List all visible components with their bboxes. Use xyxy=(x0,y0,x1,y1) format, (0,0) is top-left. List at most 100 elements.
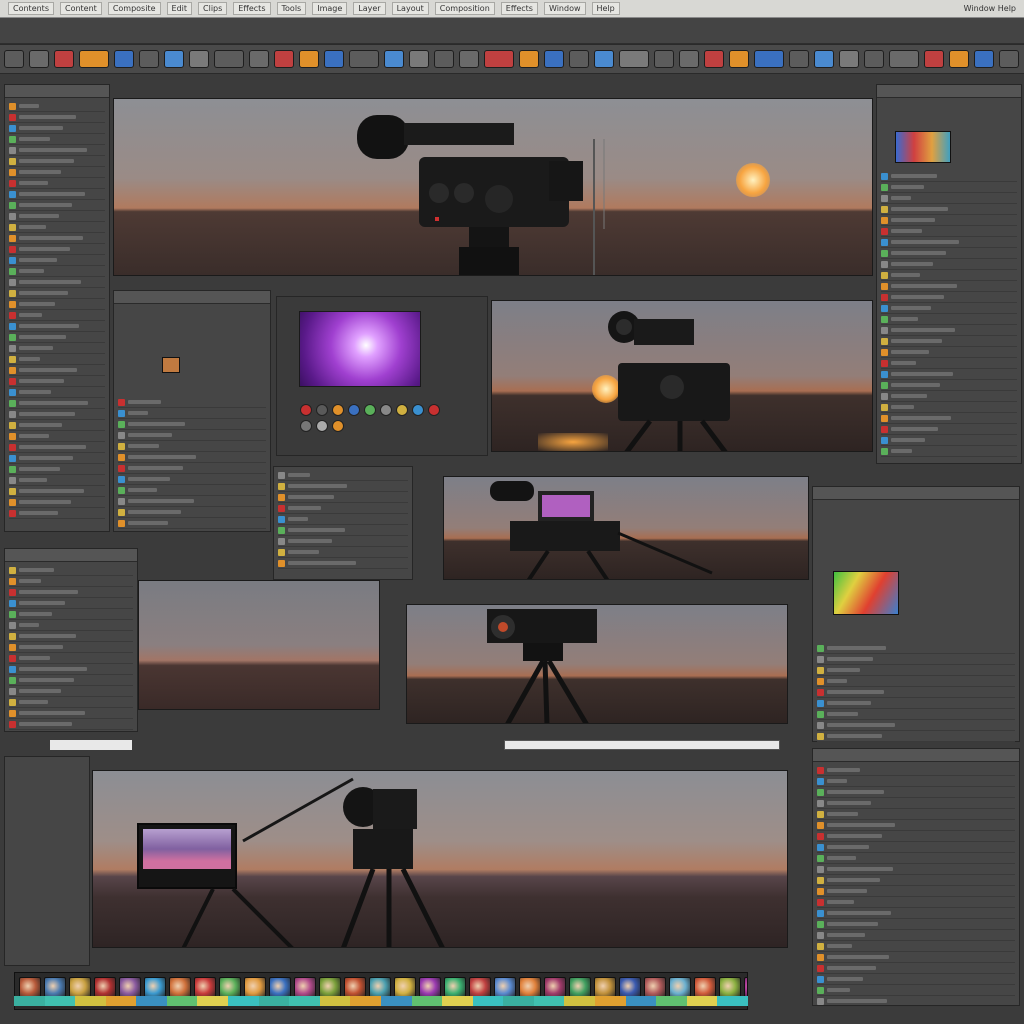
timeline-segment[interactable] xyxy=(258,996,290,1006)
panel-row[interactable] xyxy=(118,474,266,485)
menu-item[interactable]: Effects xyxy=(500,2,538,15)
final-output-viewer[interactable] xyxy=(92,770,788,948)
panel-row[interactable] xyxy=(817,996,1015,1007)
transport-button[interactable] xyxy=(316,420,328,432)
timeline-segment[interactable] xyxy=(503,996,534,1006)
toolbar-button[interactable] xyxy=(409,50,429,68)
panel-row[interactable] xyxy=(9,631,133,642)
panel-row[interactable] xyxy=(881,424,1017,435)
panel-row[interactable] xyxy=(278,558,408,569)
panel-row[interactable] xyxy=(9,598,133,609)
toolbar-button[interactable] xyxy=(79,50,109,68)
toolbar-button[interactable] xyxy=(54,50,74,68)
timeline-segment[interactable] xyxy=(411,996,443,1006)
panel-row[interactable] xyxy=(9,587,133,598)
toolbar-button[interactable] xyxy=(164,50,184,68)
panel-row[interactable] xyxy=(881,446,1017,457)
toolbar-button[interactable] xyxy=(459,50,479,68)
panel-row[interactable] xyxy=(278,547,408,558)
transport-button[interactable] xyxy=(348,404,360,416)
panel-row[interactable] xyxy=(881,171,1017,182)
menu-item[interactable]: Effects xyxy=(233,2,271,15)
panel-row[interactable] xyxy=(817,974,1015,985)
source-preview[interactable] xyxy=(299,311,421,387)
panel-row[interactable] xyxy=(9,453,105,464)
panel-row[interactable] xyxy=(9,508,105,519)
panel-row[interactable] xyxy=(9,565,133,576)
toolbar-button[interactable] xyxy=(434,50,454,68)
transport-button[interactable] xyxy=(364,404,376,416)
panel-row[interactable] xyxy=(817,776,1015,787)
panel-row[interactable] xyxy=(881,270,1017,281)
panel-row[interactable] xyxy=(9,409,105,420)
panel-row[interactable] xyxy=(9,156,105,167)
panel-row[interactable] xyxy=(817,720,1015,731)
timeline-segment[interactable] xyxy=(319,996,351,1006)
transport-button[interactable] xyxy=(412,404,424,416)
panel-row[interactable] xyxy=(9,321,105,332)
panel-row[interactable] xyxy=(817,676,1015,687)
panel-row[interactable] xyxy=(881,215,1017,226)
panel-row[interactable] xyxy=(881,336,1017,347)
timeline-segment[interactable] xyxy=(136,996,167,1006)
panel-row[interactable] xyxy=(9,288,105,299)
panel-row[interactable] xyxy=(9,697,133,708)
panel-row[interactable] xyxy=(9,299,105,310)
toolbar-button[interactable] xyxy=(889,50,919,68)
timeline-segment[interactable] xyxy=(686,996,718,1006)
panel-row[interactable] xyxy=(881,204,1017,215)
panel-row[interactable] xyxy=(881,391,1017,402)
toolbar-button[interactable] xyxy=(139,50,159,68)
panel-row[interactable] xyxy=(9,497,105,508)
panel-row[interactable] xyxy=(817,687,1015,698)
panel-row[interactable] xyxy=(278,503,408,514)
panel-row[interactable] xyxy=(881,182,1017,193)
timeline-segment[interactable] xyxy=(228,996,259,1006)
scrub-bar-right[interactable] xyxy=(504,740,780,750)
clip-thumbnail[interactable] xyxy=(162,357,180,373)
panel-row[interactable] xyxy=(881,380,1017,391)
panel-row[interactable] xyxy=(9,332,105,343)
toolbar-button[interactable] xyxy=(924,50,944,68)
toolbar-button[interactable] xyxy=(384,50,404,68)
panel-row[interactable] xyxy=(817,897,1015,908)
toolbar-button[interactable] xyxy=(999,50,1019,68)
secondary-program-monitor[interactable] xyxy=(406,604,788,724)
panel-row[interactable] xyxy=(9,354,105,365)
timeline-segment[interactable] xyxy=(289,996,320,1006)
timeline-segment[interactable] xyxy=(166,996,198,1006)
panel-row[interactable] xyxy=(817,831,1015,842)
menu-item[interactable]: Layout xyxy=(391,2,429,15)
panel-row[interactable] xyxy=(9,233,105,244)
toolbar-button[interactable] xyxy=(189,50,209,68)
panel-row[interactable] xyxy=(881,325,1017,336)
toolbar-button[interactable] xyxy=(839,50,859,68)
panel-row[interactable] xyxy=(118,419,266,430)
toolbar-button[interactable] xyxy=(974,50,994,68)
menu-item[interactable]: Contents xyxy=(8,2,54,15)
panel-row[interactable] xyxy=(9,576,133,587)
toolbar-button[interactable] xyxy=(299,50,319,68)
panel-row[interactable] xyxy=(9,178,105,189)
panel-row[interactable] xyxy=(817,643,1015,654)
panel-row[interactable] xyxy=(817,665,1015,676)
panel-row[interactable] xyxy=(118,408,266,419)
timeline-segment[interactable] xyxy=(350,996,381,1006)
toolbar-button[interactable] xyxy=(484,50,514,68)
panel-row[interactable] xyxy=(118,441,266,452)
menu-item[interactable]: Layer xyxy=(353,2,386,15)
timeline-segment[interactable] xyxy=(564,996,595,1006)
panel-row[interactable] xyxy=(9,442,105,453)
color-swatch-thumb[interactable] xyxy=(895,131,951,163)
panel-row[interactable] xyxy=(881,248,1017,259)
panel-row[interactable] xyxy=(817,963,1015,974)
toolbar-button[interactable] xyxy=(114,50,134,68)
panel-row[interactable] xyxy=(9,123,105,134)
panel-row[interactable] xyxy=(9,609,133,620)
panel-row[interactable] xyxy=(817,919,1015,930)
panel-row[interactable] xyxy=(881,413,1017,424)
panel-row[interactable] xyxy=(9,653,133,664)
panel-row[interactable] xyxy=(278,514,408,525)
toolbar-button[interactable] xyxy=(4,50,24,68)
panel-row[interactable] xyxy=(9,167,105,178)
